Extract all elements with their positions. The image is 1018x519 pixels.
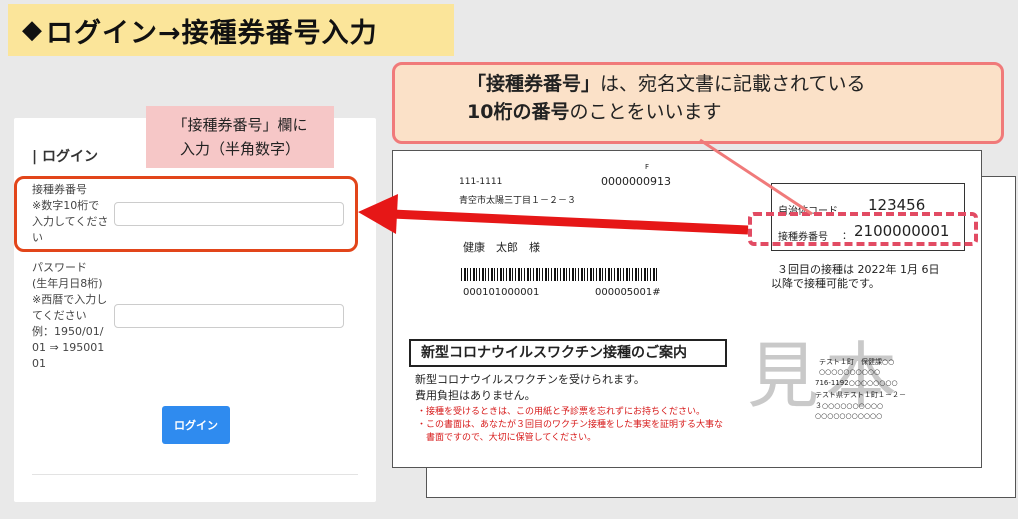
password-label-line: ※西暦で入力し [32,293,108,306]
sender-line: ３○○○○○○○○○○ [815,402,884,410]
document-number: 0000000913 [601,175,671,188]
password-label-line: 01 [32,357,46,370]
explanation-line-2: 10桁の番号のことをいいます [467,98,1001,126]
body-line: 費用負担はありません。 [415,389,536,402]
explanation-callout: 「接種券番号」は、宛名文書に記載されている 10桁の番号のことをいいます [392,62,1004,144]
sender-line: テスト県テスト１町１－２－ [815,391,906,399]
sender-line: 716-1192○○○○○○○○ [815,379,898,387]
password-label-line: パスワード [32,261,87,274]
postal-code: 111-1111 [459,177,503,187]
explanation-text: は、宛名文書に記載されている [600,73,866,95]
password-label-line: てください [32,309,87,322]
document-mark: F [645,163,650,171]
recipient-name: 健康 太郎 様 [463,241,540,254]
diamond-icon: ◆ [22,15,42,45]
sender-line: テスト１町 保健課○○ [819,358,895,366]
explanation-term: 10桁の番号 [467,101,570,123]
warning-line: ・接種を受けるときは、この用紙と予診票を忘れずにお持ちください。 [417,407,706,417]
ticket-field-highlight [14,176,358,252]
address: 青空市太陽三丁目１－２－３ [459,196,577,206]
sender-line: ○○○○○○○○○○ [819,368,881,376]
vaccination-note: 以降で接種可能です。 [771,277,880,290]
divider [32,474,358,475]
password-label: パスワード (生年月日8桁) ※西暦で入力し てください 例：1950/01/ … [32,260,110,372]
barcode [461,268,659,281]
password-label-line: 例：1950/01/ [32,325,104,338]
warning-line: 書面ですので、大切に保管してください。 [417,433,597,443]
barcode-number-right: 000005001# [595,287,661,298]
ticket-number-highlight [748,212,978,246]
callout-line: 入力（半角数字） [179,140,300,158]
body-line: 新型コロナウイルスワクチンを受けられます。 [415,373,645,386]
explanation-line-1: 「接種券番号」は、宛名文書に記載されている [467,70,1001,98]
login-heading: | ログイン [32,149,98,165]
page-title: ログイン→接種券番号入力 [46,17,378,49]
input-instruction-callout: 「接種券番号」欄に 入力（半角数字） [146,106,334,168]
document-sample: 111-1111 0000000913 F 青空市太陽三丁目１－２－３ 健康 太… [392,150,982,468]
explanation-term: 「接種券番号」 [467,73,601,95]
warning-line: ・この書面は、あなたが３回目のワクチン接種をした事実を証明する大事な [417,420,724,430]
password-label-line: 01 ⇒ 195001 [32,341,105,354]
login-button[interactable]: ログイン [162,406,230,444]
sender-line: ○○○○○○○○○○○ [815,412,883,420]
password-label-line: (生年月日8桁) [32,277,103,290]
explanation-text: のことをいいます [569,101,722,123]
barcode-number-left: 000101000001 [463,287,540,298]
password-input[interactable] [114,304,344,328]
notice-title: 新型コロナウイルスワクチン接種のご案内 [421,345,687,361]
callout-line: 「接種券番号」欄に [172,116,308,134]
page-title-banner: ◆ ログイン→接種券番号入力 [8,4,454,56]
notice-title-box: 新型コロナウイルスワクチン接種のご案内 [409,339,727,367]
